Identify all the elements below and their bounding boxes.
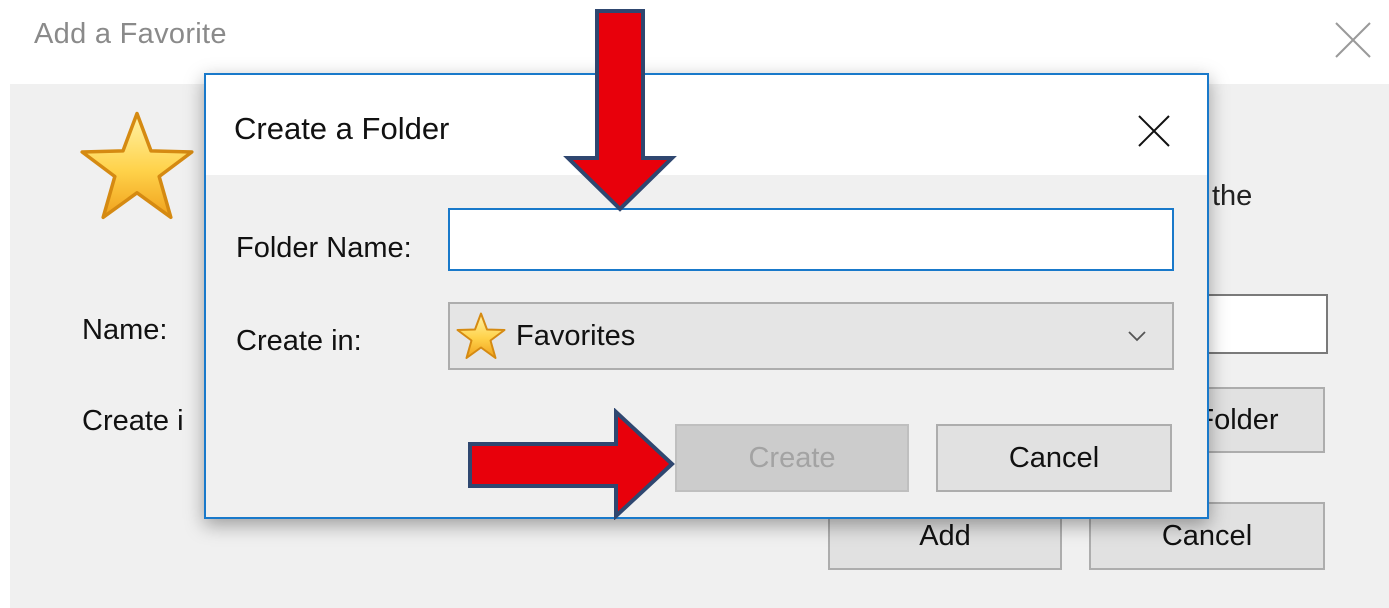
- cancel-button[interactable]: Cancel: [936, 424, 1172, 492]
- down-arrow-annotation: [563, 9, 677, 212]
- create-button[interactable]: Create: [675, 424, 909, 492]
- add-favorite-title: Add a Favorite: [34, 18, 227, 50]
- create-in-dropdown[interactable]: Favorites: [448, 302, 1174, 370]
- dialog-title: Create a Folder: [234, 111, 450, 146]
- folder-name-input[interactable]: [448, 208, 1174, 271]
- create-in-selected-value: Favorites: [516, 320, 636, 352]
- description-text: the: [1212, 180, 1253, 212]
- star-icon: [80, 111, 194, 220]
- create-in-label: Create in:: [236, 325, 362, 357]
- name-label: Name:: [82, 314, 168, 346]
- close-icon[interactable]: [1333, 20, 1373, 60]
- right-arrow-annotation: [468, 408, 675, 520]
- folder-name-label: Folder Name:: [236, 232, 412, 264]
- create-in-label: Create i: [82, 405, 184, 437]
- chevron-down-icon: [1128, 331, 1146, 342]
- close-icon[interactable]: [1136, 113, 1172, 149]
- star-icon: [456, 312, 506, 359]
- create-folder-dialog: Create a Folder Folder Name: Create in: …: [204, 73, 1209, 519]
- dialog-titlebar: Create a Folder: [206, 75, 1207, 175]
